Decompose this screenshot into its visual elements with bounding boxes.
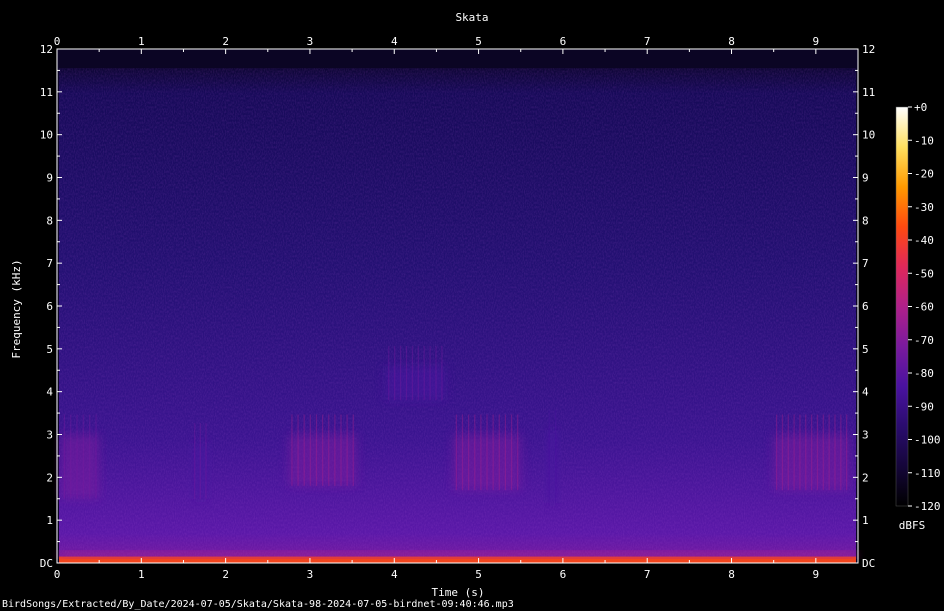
y-tick-label-left: 2: [46, 471, 53, 484]
x-tick-label-bottom: 7: [644, 568, 651, 581]
y-tick-label-left: 5: [46, 343, 53, 356]
colorbar-tick-label: -10: [914, 134, 934, 147]
x-tick-label-bottom: 2: [222, 568, 229, 581]
y-tick-label-right: 10: [862, 129, 875, 142]
y-tick-label-right: 9: [862, 172, 869, 185]
colorbar-tick-label: -30: [914, 201, 934, 214]
y-tick-label-right: 12: [862, 43, 875, 56]
feature-blob: [546, 430, 559, 504]
spectrogram-plot: [57, 49, 858, 564]
x-tick-label-top: 0: [54, 35, 61, 48]
colorbar-tick-label: -80: [914, 367, 934, 380]
chart-title: Skata: [455, 11, 488, 24]
x-tick-label-top: 6: [560, 35, 567, 48]
x-tick-label-bottom: 5: [475, 568, 482, 581]
y-tick-label-left: 10: [40, 129, 53, 142]
colorbar-tick-label: -100: [914, 434, 941, 447]
x-tick-label-bottom: 1: [138, 568, 145, 581]
call-feature: [191, 423, 209, 499]
y-tick-label-right: 7: [862, 257, 869, 270]
y-tick-label-right: 6: [862, 300, 869, 313]
y-tick-label-left: 7: [46, 257, 53, 270]
x-axis-label: Time (s): [432, 586, 485, 599]
y-tick-label-left: 4: [46, 386, 53, 399]
file-path: BirdSongs/Extracted/By_Date/2024-07-05/S…: [2, 599, 514, 610]
x-tick-label-bottom: 0: [54, 568, 61, 581]
y-tick-label-right: 11: [862, 86, 875, 99]
colorbar-tick-label: -40: [914, 234, 934, 247]
y-tick-label-left: 9: [46, 172, 53, 185]
x-tick-label-top: 5: [475, 35, 482, 48]
y-axis-label: Frequency (kHz): [10, 259, 23, 358]
y-tick-label-right: 3: [862, 429, 869, 442]
colorbar-tick-label: -110: [914, 467, 941, 480]
spectrogram-chart: Skata 00112233445566778899DC DC1 12 23 34 45 5…: [10, 11, 941, 599]
x-tick-label-bottom: 9: [813, 568, 820, 581]
y-tick-label-right: 4: [862, 386, 869, 399]
x-tick-label-top: 7: [644, 35, 651, 48]
colorbar-tick-label: -120: [914, 500, 941, 513]
colorbar-tick-label: -70: [914, 334, 934, 347]
x-tick-label-top: 1: [138, 35, 145, 48]
colorbar-gradient: [895, 106, 909, 507]
x-tick-label-top: 2: [222, 35, 229, 48]
x-tick-label-top: 4: [391, 35, 398, 48]
x-tick-label-top: 8: [728, 35, 735, 48]
y-tick-label-left: 1: [46, 514, 53, 527]
y-tick-label-right: 8: [862, 214, 869, 227]
y-tick-label-right: 1: [862, 514, 869, 527]
y-tick-label-right: 2: [862, 471, 869, 484]
x-tick-label-bottom: 8: [728, 568, 735, 581]
y-tick-label-right: 5: [862, 343, 869, 356]
y-tick-label-left: 6: [46, 300, 53, 313]
colorbar-tick-label: -20: [914, 168, 934, 181]
y-tick-label-left: 3: [46, 429, 53, 442]
call-feature: [59, 551, 856, 563]
x-tick-label-bottom: 4: [391, 568, 398, 581]
y-tick-label-right: DC: [862, 557, 875, 570]
y-tick-label-left: 11: [40, 86, 53, 99]
colorbar-tick-label: -60: [914, 301, 934, 314]
low-frequency-glow: [59, 551, 856, 558]
x-tick-label-top: 3: [307, 35, 314, 48]
feature-blob: [61, 434, 100, 499]
colorbar: +0 -10 -20 -30 -40 -50 -60 -70 -80 -90 -100 -110 -12…: [895, 101, 941, 513]
y-tick-label-left: DC: [40, 557, 53, 570]
x-tick-label-bottom: 3: [307, 568, 314, 581]
y-tick-label-left: 12: [40, 43, 53, 56]
colorbar-tick-label: -50: [914, 267, 934, 280]
y-tick-label-left: 8: [46, 214, 53, 227]
x-tick-label-top: 9: [813, 35, 820, 48]
colorbar-tick-label: -90: [914, 400, 934, 413]
x-tick-label-bottom: 6: [560, 568, 567, 581]
colorbar-tick-label: +0: [914, 101, 927, 114]
colorbar-label: dBFS: [899, 519, 926, 532]
